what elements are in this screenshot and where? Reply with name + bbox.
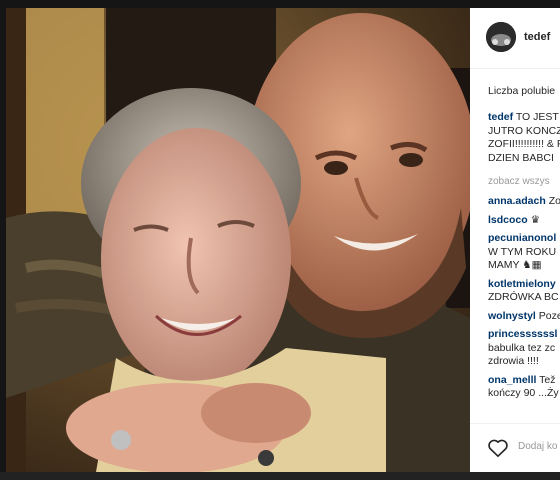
caption-line-2: JUTRO KONCZ bbox=[488, 124, 560, 137]
comment-item: anna.adach Zo bbox=[488, 195, 560, 209]
comment-text: Poze bbox=[538, 309, 560, 322]
post-username[interactable]: tedef bbox=[524, 31, 550, 43]
likes-count[interactable]: Liczba polubie bbox=[488, 85, 555, 97]
comment-text: ZDRÓWKA BC bbox=[488, 291, 559, 303]
bottom-strip bbox=[0, 472, 560, 480]
comment-username[interactable]: wolnystyl bbox=[488, 310, 536, 322]
comment-item: wolnystyl Poze bbox=[488, 310, 560, 324]
comment-username[interactable]: ona_melll bbox=[488, 374, 536, 386]
comment-item: ona_melll Tež kończy 90 ...Ży bbox=[488, 374, 560, 401]
comment-username[interactable]: lsdcoco bbox=[488, 214, 528, 226]
crown-emoji-icon: ♛ bbox=[530, 213, 541, 226]
comment-item: pecunianonol W TYM ROKU MAMY ♞▦ bbox=[488, 232, 560, 273]
post-header: tedef bbox=[470, 8, 560, 69]
comment-text: Zo bbox=[548, 195, 560, 207]
comment-text: Tež bbox=[539, 373, 556, 386]
comment-text-continued: kończy 90 ...Ży bbox=[488, 387, 559, 399]
comment-text-continued: zdrowia !!!! bbox=[488, 355, 539, 367]
post-photo[interactable] bbox=[6, 8, 470, 472]
add-comment-input[interactable]: Dodaj ko bbox=[518, 441, 557, 452]
comment-username[interactable]: anna.adach bbox=[488, 195, 546, 207]
comment-footer: Dodaj ko bbox=[470, 423, 560, 472]
comment-username[interactable]: princessssssl bbox=[488, 328, 557, 340]
caption-line-3: ZOFII!!!!!!!!!! & F bbox=[488, 138, 560, 150]
comment-username[interactable]: kotletmielony bbox=[488, 278, 556, 290]
comment-item: lsdcoco ♛ bbox=[488, 214, 560, 228]
avatar-image bbox=[486, 22, 516, 52]
caption-username[interactable]: tedef bbox=[488, 111, 513, 123]
comment-item: kotletmielony ZDRÓWKA BC bbox=[488, 278, 560, 305]
caption-line-4: DZIEN BABCI bbox=[488, 151, 554, 164]
heart-icon[interactable] bbox=[487, 438, 509, 463]
comment-text: babulka tez zc bbox=[488, 341, 556, 354]
comment-text-continued: MAMY ♞▦ bbox=[488, 259, 542, 271]
comment-text: W TYM ROKU bbox=[488, 245, 557, 258]
caption-line-1: TO JEST bbox=[515, 111, 559, 123]
comment-item: princessssssl babulka tez zc zdrowia !!!… bbox=[488, 328, 560, 369]
comments-panel: tedef Liczba polubie tedef TO JEST JUTRO… bbox=[470, 8, 560, 472]
post-caption: tedef TO JEST JUTRO KONCZ ZOFII!!!!!!!!!… bbox=[488, 111, 560, 165]
see-all-comments-link[interactable]: zobacz wszys bbox=[488, 176, 550, 187]
avatar[interactable] bbox=[486, 22, 516, 52]
comment-username[interactable]: pecunianonol bbox=[488, 232, 556, 244]
comments-list: anna.adach Zo lsdcoco ♛ pecunianonol W T… bbox=[488, 195, 560, 406]
